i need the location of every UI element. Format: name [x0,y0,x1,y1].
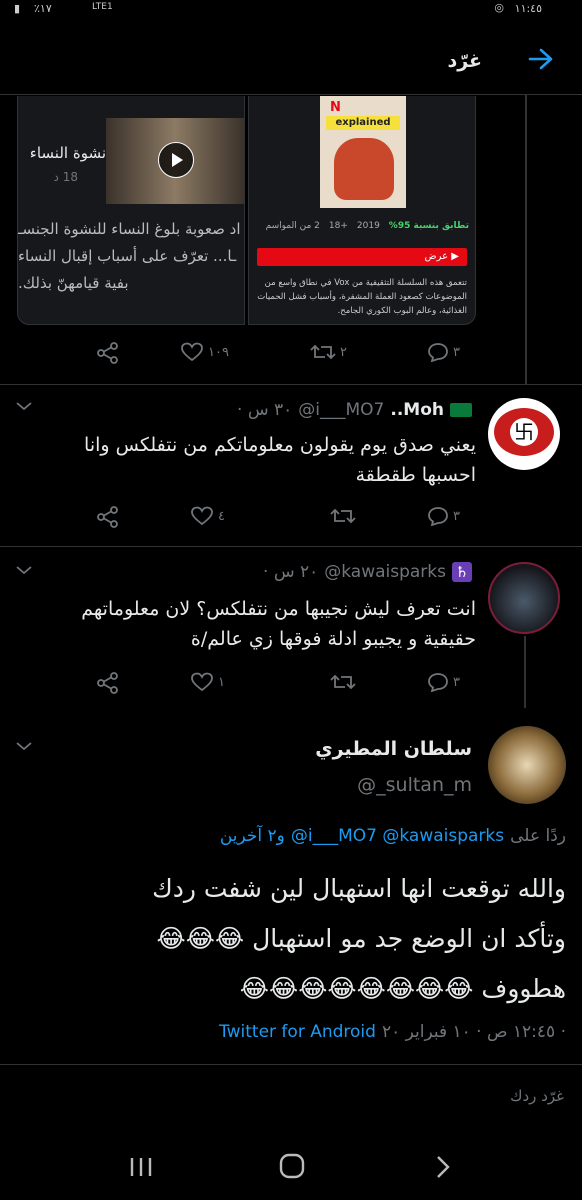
tweet-author[interactable]: ♄ [452,562,472,582]
octopus-icon [334,138,394,200]
tweet0-actions: ٣ ٢ ١٠٩ [0,338,582,368]
reply-button[interactable]: ٣ [427,506,460,526]
avatar[interactable] [488,726,566,804]
tweet-handle[interactable]: @kawaisparks [324,562,446,582]
home-icon[interactable] [278,1152,306,1184]
instagram-icon: ◎ [494,1,504,14]
tweet-time: · ٢٠ س [263,562,319,582]
like-button[interactable]: ١٠٩ [180,342,229,362]
tweet1-header: · ٣٠ س @i___MO7 ..Moh [237,400,472,420]
video-thumbnail [106,118,244,204]
tweet-1[interactable]: 卐 · ٣٠ س @i___MO7 ..Moh يعني صدق يوم يقو… [0,386,582,544]
retweet-button[interactable]: ٢ [310,342,347,362]
card-description: اد صعوبة بلوغ النساء للنشوة الجنسـ ـا...… [18,220,241,292]
card-title: نشوة النساء [29,144,106,162]
tweet-time: · ٣٠ س [237,400,293,420]
battery-icon: ▮ [14,2,21,15]
status-bar: ٪١٧ LTE1 ▮ ١١:٤٥ ◎ [0,0,582,18]
reply-input[interactable]: غرّد ردك [510,1087,564,1105]
back-icon[interactable] [432,1154,454,1184]
netflix-card[interactable]: N explained تطابق بنسبة 95% 2019 +18 2 م… [248,96,476,325]
show-poster: N explained [320,96,406,208]
netflix-logo: N [330,100,341,115]
reply-button[interactable]: ٣ [427,672,460,692]
chevron-down-icon[interactable] [14,398,34,417]
avatar[interactable]: 卐 [488,398,560,470]
page-title: غرّد [447,50,482,72]
reply-box[interactable]: غرّد ردك [0,1064,582,1131]
reply-button[interactable]: ٣ [427,342,460,362]
play-icon[interactable] [158,142,194,178]
tweet-text: والله توقعت انها استهبال لين شفت ردك وتأ… [152,874,566,1003]
tweet-source[interactable]: Twitter for Android [219,1022,376,1042]
tweet2-header: · ٢٠ س @kawaisparks ♄ [263,562,472,582]
tweet-author[interactable]: سلطان المطيري [315,738,472,760]
share-icon[interactable] [96,342,120,368]
video-card[interactable]: نشوة النساء 18 د اد صعوبة بلوغ النساء لل… [17,96,245,325]
tweet-meta: Twitter for Android ١٢:٤٥ ص · ١٠ فبراير … [219,1022,566,1042]
chevron-down-icon[interactable] [14,562,34,581]
poster-title: explained [326,116,400,130]
tweet-timestamp: ١٢:٤٥ ص · ١٠ فبراير ٢٠ · [381,1022,566,1042]
avatar[interactable] [488,562,560,634]
tweet-handle[interactable]: @_sultan_m [357,774,472,796]
tweet-handle[interactable]: @i___MO7 [298,400,384,420]
share-icon[interactable] [96,672,120,698]
share-icon[interactable] [96,506,120,532]
chevron-down-icon[interactable] [14,738,34,757]
recent-apps-icon[interactable] [128,1154,154,1184]
saudi-flag-icon [450,403,472,417]
main-tweet: سلطان المطيري @_sultan_m و٢ آخرين @i___M… [0,712,582,1062]
like-button[interactable]: ١ [190,672,225,692]
retweet-button[interactable] [330,672,356,692]
play-button[interactable]: عرض ▶ [257,248,467,266]
thread-line [524,636,526,708]
battery-level: ٪١٧ [34,2,52,15]
replying-to: و٢ آخرين @i___MO7 @kawaisparks ردًا على [219,826,566,846]
like-button[interactable]: ٤ [190,506,225,526]
system-nav-bar [0,1132,582,1200]
network-label: LTE1 [92,2,113,12]
back-arrow-icon[interactable] [528,48,554,70]
tweet-author[interactable]: ..Moh [390,400,444,420]
retweet-button[interactable] [330,506,356,526]
show-meta: تطابق بنسبة 95% 2019 +18 2 من المواسم [265,221,469,231]
top-header: غرّد [0,28,582,95]
card-duration: 18 د [53,170,78,184]
tweet-text: يعني صدق يوم يقولون معلوماتكم من نتفلكس … [84,434,476,486]
show-description: تتعمق هذه السلسلة التثقيفية من Vox في نط… [257,278,467,316]
clock: ١١:٤٥ [514,2,542,15]
tweet-text: انت تعرف ليش نجيبها من نتفلكس؟ لان معلوم… [81,598,476,650]
tweet-2[interactable]: · ٢٠ س @kawaisparks ♄ انت تعرف ليش نجيبه… [0,548,582,708]
